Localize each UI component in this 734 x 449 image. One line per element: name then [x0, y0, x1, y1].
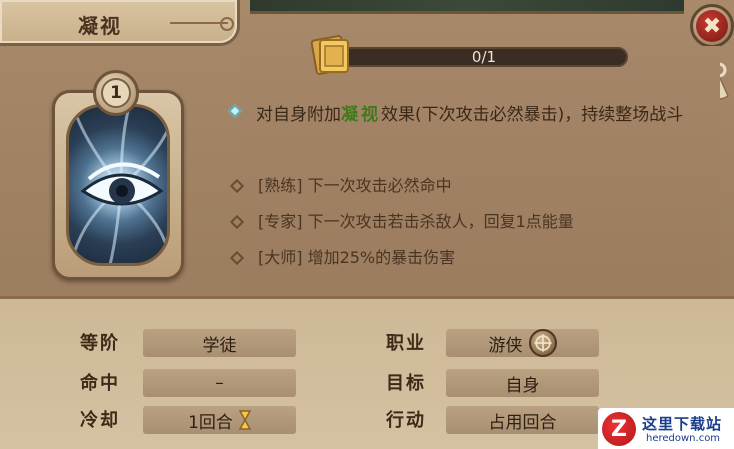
progress-bar: 0/1	[340, 47, 628, 67]
watermark-title: 这里下载站	[642, 415, 723, 433]
rank-value-box: 学徒	[143, 329, 296, 357]
hit-value: –	[215, 373, 224, 393]
top-decoration-strip	[250, 0, 684, 14]
skill-card: 1	[42, 70, 192, 280]
title-ornament	[170, 17, 234, 31]
card-art	[66, 104, 170, 266]
diamond-bullet-icon	[229, 214, 245, 230]
title-tab: 凝视	[0, 0, 240, 46]
eye-icon	[71, 107, 167, 263]
diamond-bullet-icon	[229, 178, 245, 194]
skill-level-badge: 1	[93, 70, 139, 116]
cooldown-value: 1回合	[188, 412, 233, 433]
close-icon: ✖	[696, 10, 728, 42]
diamond-bullet-icon	[229, 250, 245, 266]
action-value: 占用回合	[488, 412, 557, 433]
hit-value-box: –	[143, 369, 296, 397]
target-label: 目标	[386, 373, 426, 394]
tier-text: [大师] 增加25%的暴击伤害	[258, 248, 456, 267]
watermark-url: heredown.com	[646, 433, 721, 444]
class-label: 职业	[386, 333, 426, 354]
diamond-bullet-icon	[227, 103, 243, 119]
skill-description: 对自身附加凝视效果(下次攻击必然暴击)，持续整场战斗	[227, 102, 710, 129]
skill-panel: 凝视 ✖ 1 0/1 对自身附加凝视效果(下次攻击必然暴击)，持续整场战斗 [熟…	[0, 0, 734, 449]
tier-line-1: [熟练] 下一次攻击必然命中	[229, 175, 710, 199]
skill-book-icon	[310, 35, 349, 75]
progress-text: 0/1	[471, 48, 497, 66]
tier-text: [专家] 下一次攻击若击杀敌人，回复1点能量	[258, 212, 574, 231]
rank-value: 学徒	[202, 335, 237, 356]
action-label: 行动	[386, 410, 426, 431]
ranger-class-icon	[528, 329, 557, 357]
tier-line-2: [专家] 下一次攻击若击杀敌人，回复1点能量	[229, 211, 710, 235]
watermark-logo-icon: Z	[602, 412, 636, 446]
target-value: 自身	[505, 375, 540, 396]
tier-line-3: [大师] 增加25%的暴击伤害	[229, 247, 710, 271]
close-button[interactable]: ✖	[690, 4, 734, 48]
description-before: 对自身附加	[256, 105, 341, 125]
tier-text: [熟练] 下一次攻击必然命中	[258, 176, 452, 195]
class-value: 游侠	[488, 335, 523, 356]
hit-label: 命中	[80, 373, 120, 394]
cooldown-label: 冷却	[80, 410, 120, 431]
target-value-box: 自身	[446, 369, 599, 397]
page-title: 凝视	[78, 14, 122, 38]
card-frame	[52, 90, 184, 280]
hourglass-icon	[238, 410, 251, 430]
skill-level: 1	[101, 78, 131, 108]
description-highlight: 凝视	[341, 105, 381, 125]
action-value-box: 占用回合	[446, 406, 599, 434]
rank-label: 等阶	[80, 333, 120, 354]
site-watermark: Z 这里下载站 heredown.com	[598, 408, 734, 449]
cooldown-value-box: 1回合	[143, 406, 296, 434]
class-value-box: 游侠	[446, 329, 599, 357]
description-after: 效果(下次攻击必然暴击)，持续整场战斗	[381, 105, 684, 125]
